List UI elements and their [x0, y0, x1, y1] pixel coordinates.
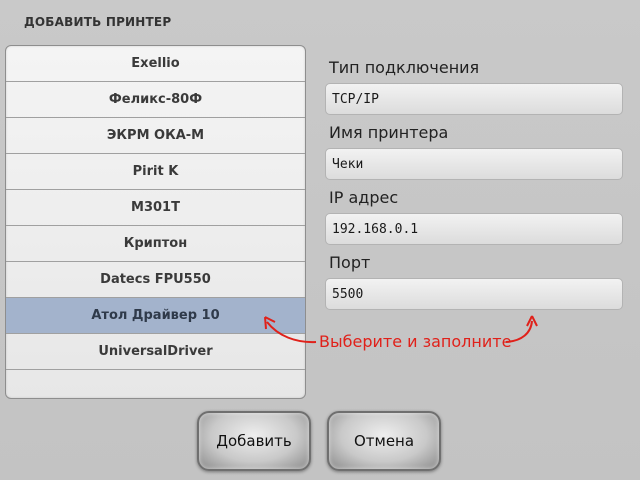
add-printer-dialog: ДОБАВИТЬ ПРИНТЕР Exellio Феликс-80Ф ЭКРМ…	[0, 0, 640, 480]
add-button[interactable]: Добавить	[197, 411, 311, 471]
hint-arrows	[264, 315, 538, 344]
hint-text: Выберите и заполните	[319, 332, 512, 351]
arrow-left-icon	[264, 316, 317, 344]
cancel-button[interactable]: Отмена	[327, 411, 441, 471]
